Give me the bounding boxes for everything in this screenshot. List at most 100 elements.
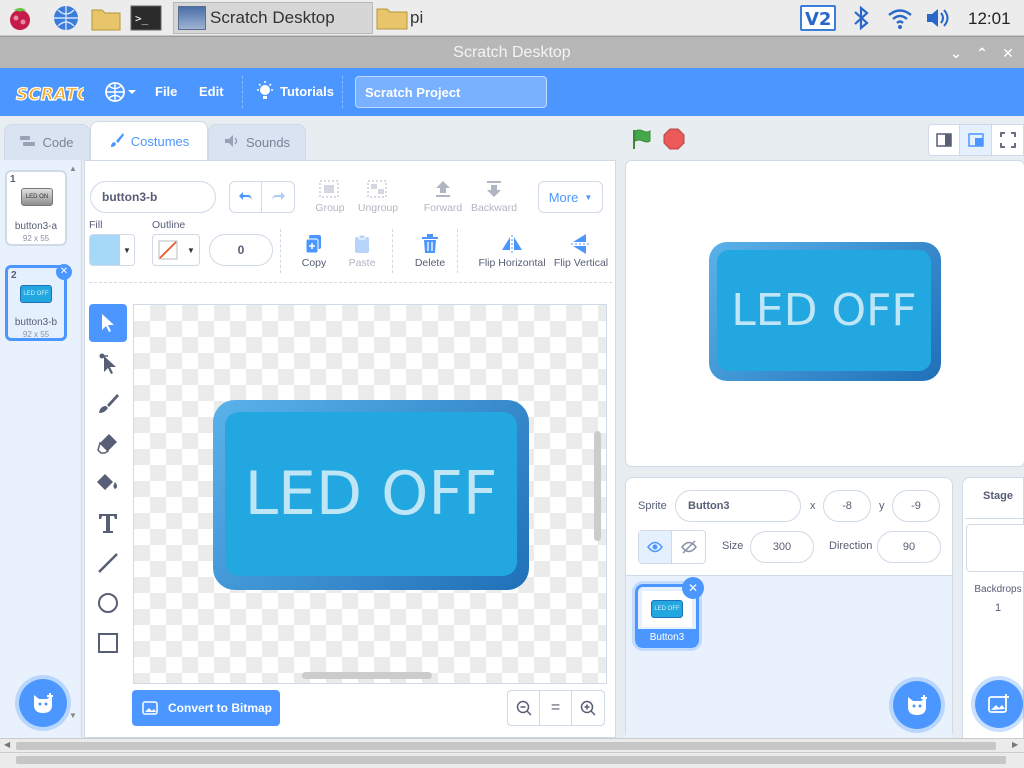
scrollbar-thumb[interactable]: [16, 742, 996, 750]
scroll-right-icon[interactable]: ▶: [1012, 740, 1018, 749]
undo-button[interactable]: [230, 182, 262, 212]
flip-vertical-icon[interactable]: [570, 233, 590, 255]
line-tool[interactable]: [89, 544, 127, 582]
scrollbar-thumb[interactable]: [16, 756, 1006, 764]
sprite-name-input[interactable]: Button3: [675, 490, 801, 522]
brush-tool[interactable]: [89, 384, 127, 422]
horizontal-scrollbar[interactable]: ◀ ▶: [0, 738, 1024, 752]
sprite-list: LED OFF Button3 ✕: [626, 576, 952, 740]
stop-icon[interactable]: [663, 128, 685, 150]
task-pi[interactable]: pi: [374, 2, 574, 34]
project-title-input[interactable]: Scratch Project: [355, 76, 547, 108]
green-flag-icon[interactable]: [630, 128, 652, 150]
costume-list-scrollbar[interactable]: ▲ ▼: [68, 164, 78, 720]
direction-input[interactable]: 90: [877, 531, 941, 563]
scratch-logo[interactable]: SCRATCH: [14, 78, 104, 106]
code-icon: [20, 135, 36, 150]
flip-horizontal-icon[interactable]: [501, 234, 523, 254]
reshape-icon: [99, 353, 116, 374]
tab-sounds[interactable]: Sounds: [208, 124, 306, 160]
divider: [457, 229, 458, 273]
canvas-horizontal-scrollbar[interactable]: [302, 672, 432, 679]
rectangle-tool[interactable]: [89, 624, 127, 662]
zoom-out-button[interactable]: [508, 691, 540, 725]
fill-label: Fill: [89, 219, 103, 231]
backdrops-count: 1: [994, 602, 1002, 614]
sprite-item[interactable]: LED OFF Button3 ✕: [635, 577, 704, 648]
text-tool[interactable]: [89, 504, 127, 542]
tab-costumes[interactable]: Costumes: [90, 121, 208, 161]
redo-button[interactable]: [262, 182, 294, 212]
tab-code[interactable]: Code: [4, 124, 90, 160]
chevron-down-icon[interactable]: ⌄: [946, 43, 966, 63]
select-tool[interactable]: [89, 304, 127, 342]
trash-icon[interactable]: [421, 234, 439, 254]
outline-color-picker[interactable]: ▼: [152, 234, 200, 266]
menu-file[interactable]: File: [155, 84, 177, 99]
hide-button[interactable]: [672, 531, 705, 563]
backward-icon[interactable]: [482, 179, 506, 199]
eraser-icon: [97, 434, 117, 454]
more-button[interactable]: More ▼: [538, 181, 603, 213]
menu-edit[interactable]: Edit: [199, 84, 224, 99]
ungroup-icon[interactable]: [363, 179, 393, 199]
zoom-in-icon: [580, 700, 596, 716]
cat-icon: [34, 693, 53, 713]
file-manager-icon[interactable]: [90, 4, 121, 32]
small-stage-button[interactable]: [928, 124, 960, 156]
menu-tutorials[interactable]: Tutorials: [280, 84, 334, 99]
copy-icon[interactable]: [305, 234, 323, 254]
terminal-icon[interactable]: >_: [130, 4, 162, 32]
flip-vertical-label: Flip Vertical: [553, 257, 609, 269]
raspberry-menu-icon[interactable]: [6, 4, 34, 32]
outline-width-input[interactable]: 0: [209, 234, 273, 266]
undo-icon: [238, 192, 252, 202]
stage-thumbnail[interactable]: [966, 524, 1024, 572]
language-globe-icon[interactable]: [104, 81, 138, 103]
volume-icon[interactable]: [924, 5, 952, 31]
convert-to-bitmap-button[interactable]: Convert to Bitmap: [132, 690, 280, 726]
choose-backdrop-button[interactable]: [975, 680, 1023, 728]
circle-tool[interactable]: [89, 584, 127, 622]
fill-color-picker[interactable]: ▼: [89, 234, 135, 266]
choose-costume-button[interactable]: [19, 679, 67, 727]
close-icon[interactable]: ✕: [998, 43, 1018, 63]
reshape-tool[interactable]: [89, 344, 127, 382]
vnc-icon[interactable]: V2: [800, 5, 836, 31]
zoom-reset-button[interactable]: =: [540, 691, 572, 725]
forward-icon[interactable]: [431, 179, 455, 199]
show-button[interactable]: [639, 531, 673, 563]
browser-icon[interactable]: [52, 4, 80, 32]
size-input[interactable]: 300: [750, 531, 814, 563]
wifi-icon[interactable]: [886, 5, 914, 31]
costume-item[interactable]: 1 LED ON button3-a 92 x 55: [5, 170, 67, 246]
size-label: Size: [722, 540, 744, 552]
window-icon: [178, 6, 206, 30]
paint-canvas[interactable]: LED OFF: [133, 304, 607, 684]
delete-sprite-icon[interactable]: ✕: [682, 577, 704, 599]
chevron-up-icon[interactable]: ⌃: [972, 43, 992, 63]
paste-icon[interactable]: [353, 234, 371, 254]
bluetooth-icon[interactable]: [850, 5, 872, 31]
window-titlebar[interactable]: Scratch Desktop ⌄ ⌃ ✕: [0, 36, 1024, 68]
fullscreen-button[interactable]: [992, 124, 1024, 156]
choose-sprite-button[interactable]: [893, 681, 941, 729]
y-input[interactable]: -9: [892, 490, 940, 522]
led-button-shape[interactable]: LED OFF: [213, 400, 529, 590]
group-icon[interactable]: [315, 179, 345, 199]
task-scratch-desktop[interactable]: Scratch Desktop: [173, 2, 373, 34]
costume-number: 2: [11, 270, 17, 281]
eraser-tool[interactable]: [89, 424, 127, 462]
stage-sprite-button3[interactable]: LED OFF: [709, 242, 941, 381]
stage[interactable]: LED OFF: [625, 160, 1024, 467]
costume-item[interactable]: 2 LED OFF button3-b 92 x 55 ✕: [5, 264, 72, 341]
zoom-in-button[interactable]: [572, 691, 604, 725]
costume-name-input[interactable]: button3-b: [90, 181, 216, 213]
canvas-vertical-scrollbar[interactable]: [594, 431, 601, 541]
fill-tool[interactable]: [89, 464, 127, 502]
window-horizontal-scrollbar[interactable]: [0, 752, 1024, 768]
normal-stage-button[interactable]: [960, 124, 992, 156]
lightbulb-icon[interactable]: [256, 81, 274, 103]
scroll-left-icon[interactable]: ◀: [4, 740, 10, 749]
x-input[interactable]: -8: [823, 490, 871, 522]
